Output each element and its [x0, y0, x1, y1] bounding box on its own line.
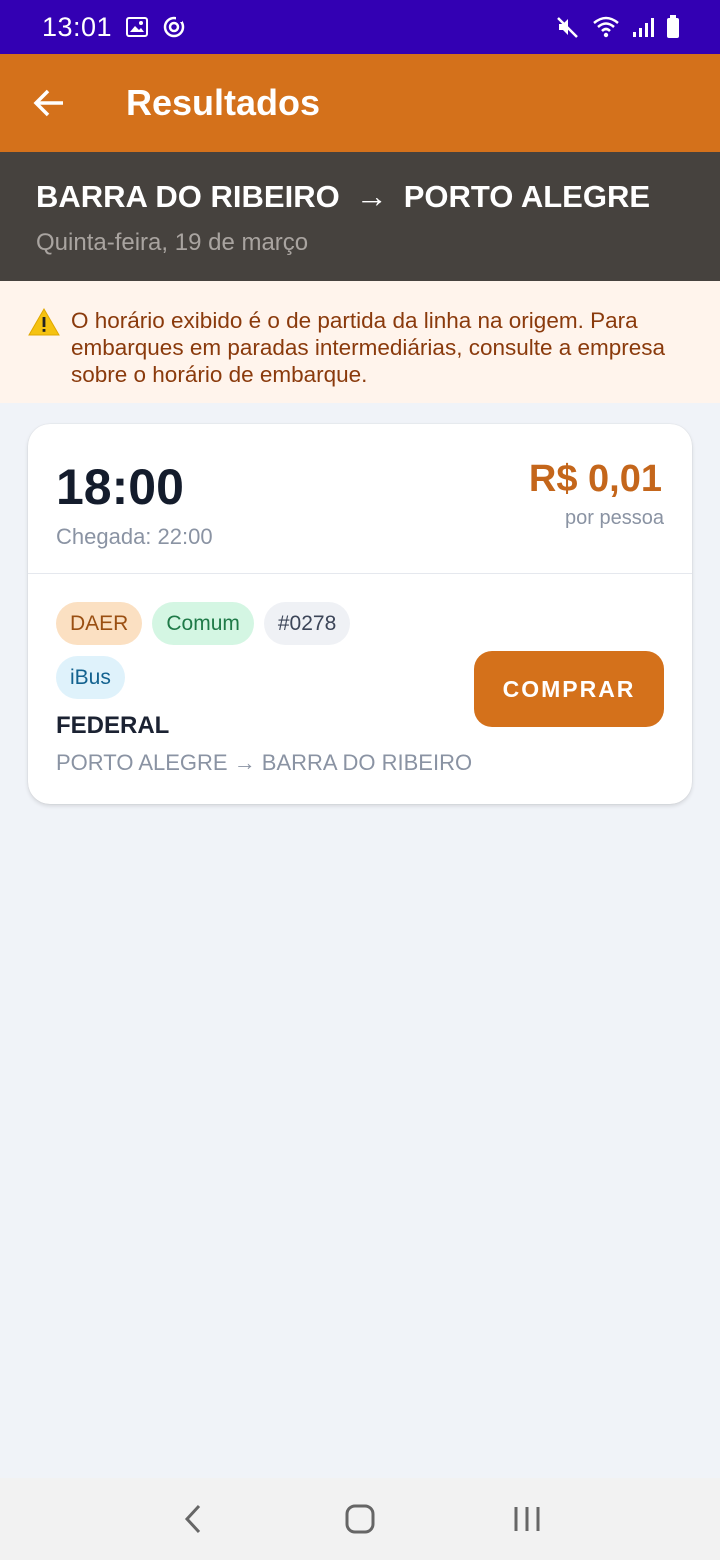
price-unit: por pessoa: [565, 507, 664, 529]
battery-icon: [666, 15, 680, 39]
signal-icon: [632, 16, 654, 38]
home-nav-icon: [345, 1504, 375, 1534]
warning-text: O horário exibido é o de partida da linh…: [71, 308, 666, 387]
buy-button[interactable]: COMPRAR: [474, 651, 664, 727]
nav-home-button[interactable]: [320, 1489, 400, 1549]
status-right: [556, 15, 680, 39]
tag-source: iBus: [56, 656, 125, 699]
arrival-time: Chegada: 22:00: [56, 524, 213, 549]
mute-icon: [556, 15, 580, 39]
route-arrow: →: [355, 178, 388, 214]
tag-operator: DAER: [56, 602, 143, 645]
back-nav-icon: [185, 1504, 201, 1534]
route-origin: BARRA DO RIBEIRO: [36, 178, 340, 214]
nav-recents-button[interactable]: [487, 1489, 567, 1549]
recents-nav-icon: [514, 1507, 540, 1531]
app-bar: Resultados: [0, 54, 720, 152]
company-name: FEDERAL: [56, 712, 170, 739]
nav-back-button[interactable]: [153, 1489, 233, 1549]
status-time: 13:01: [42, 11, 113, 42]
line-route: PORTO ALEGRE → BARRA DO RIBEIRO: [56, 750, 473, 775]
route-line: BARRA DO RIBEIRO → PORTO ALEGRE: [36, 178, 684, 215]
card-header: 18:00 Chegada: 22:00 R$ 0,01 por pessoa: [28, 424, 692, 574]
departure-time: 18:00: [56, 459, 184, 515]
status-bar: 13:01: [0, 0, 720, 54]
tag-list: DAER Comum #0278 iBus: [56, 602, 376, 710]
status-left: 13:01: [42, 12, 186, 43]
warning-icon: [28, 308, 60, 336]
result-card[interactable]: 18:00 Chegada: 22:00 R$ 0,01 por pessoa …: [28, 424, 692, 804]
card-body: DAER Comum #0278 iBus FEDERAL PORTO ALEG…: [28, 574, 692, 804]
tag-line-number: #0278: [263, 602, 351, 645]
back-arrow-icon: [33, 89, 63, 117]
route-destination: PORTO ALEGRE: [403, 178, 651, 214]
tag-row: iBus: [56, 656, 376, 699]
warning-banner: O horário exibido é o de partida da linh…: [0, 281, 720, 403]
system-nav-bar: [0, 1478, 720, 1560]
back-button[interactable]: [0, 54, 98, 152]
price: R$ 0,01: [528, 458, 662, 500]
page-title: Resultados: [126, 82, 321, 123]
wifi-icon: [592, 15, 620, 39]
image-icon: [126, 17, 149, 37]
sync-icon: [162, 15, 186, 39]
route-date: Quinta-feira, 19 de março: [36, 229, 309, 256]
tag-row: DAER Comum #0278: [56, 602, 376, 645]
tag-class: Comum: [152, 602, 254, 645]
route-header: BARRA DO RIBEIRO → PORTO ALEGRE Quinta-f…: [0, 152, 720, 281]
